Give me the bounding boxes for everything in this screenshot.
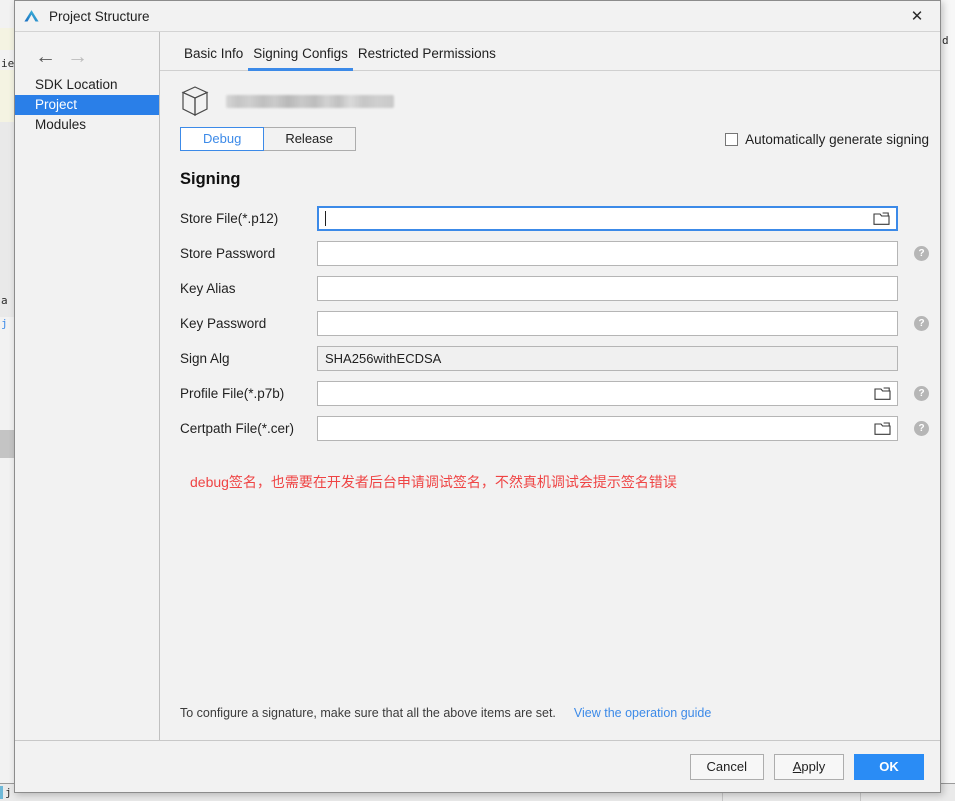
label-store-password: Store Password bbox=[180, 246, 276, 261]
background-text-fragment: j bbox=[1, 317, 8, 330]
signing-warning-text: debug签名，也需要在开发者后台申请调试签名，不然真机调试会提示签名错误 bbox=[190, 474, 677, 490]
footer-hint: To configure a signature, make sure that… bbox=[180, 706, 711, 720]
tab-bar: Basic Info Signing Configs Restricted Pe… bbox=[160, 32, 940, 71]
background-right-strip bbox=[941, 0, 955, 801]
help-slot: ? bbox=[898, 421, 929, 436]
tab-restricted-permissions[interactable]: Restricted Permissions bbox=[353, 44, 501, 70]
key-password-input[interactable] bbox=[317, 311, 898, 336]
arrow-left-icon[interactable]: ← bbox=[35, 46, 56, 67]
module-name-redacted bbox=[226, 94, 394, 108]
folder-browse-icon[interactable] bbox=[874, 421, 891, 436]
background-text-fragment: j bbox=[5, 786, 12, 799]
label-key-password: Key Password bbox=[180, 316, 267, 331]
footer-hint-text: To configure a signature, make sure that… bbox=[180, 706, 556, 720]
auto-generate-signing-label: Automatically generate signing bbox=[745, 131, 929, 147]
apply-button[interactable]: Apply bbox=[774, 753, 844, 780]
checkbox-unchecked-icon[interactable] bbox=[725, 132, 739, 146]
build-variant-row: Debug Release Automatically generate sig… bbox=[160, 117, 940, 151]
help-question-icon[interactable]: ? bbox=[914, 246, 929, 261]
background-highlight-b bbox=[0, 70, 14, 122]
label-key-alias: Key Alias bbox=[180, 281, 236, 296]
help-question-icon[interactable]: ? bbox=[914, 316, 929, 331]
field-row-certpath-file: Certpath File(*.cer) ? bbox=[180, 411, 929, 446]
ok-button[interactable]: OK bbox=[854, 753, 924, 780]
field-row-key-password: Key Password ? bbox=[180, 306, 929, 341]
background-editor-gutter bbox=[0, 122, 14, 317]
certpath-file-input[interactable] bbox=[317, 416, 898, 441]
help-slot: ? bbox=[898, 316, 929, 331]
help-slot: ? bbox=[898, 386, 929, 401]
label-store-file: Store File(*.p12) bbox=[180, 211, 279, 226]
tab-signing-configs[interactable]: Signing Configs bbox=[248, 44, 353, 71]
auto-generate-signing-row[interactable]: Automatically generate signing bbox=[725, 132, 929, 147]
sidebar-item-sdk-location[interactable]: SDK Location bbox=[15, 75, 159, 95]
store-password-input[interactable] bbox=[317, 241, 898, 266]
profile-file-input[interactable] bbox=[317, 381, 898, 406]
folder-browse-icon[interactable] bbox=[874, 386, 891, 401]
variant-debug-button[interactable]: Debug bbox=[180, 127, 265, 151]
sign-alg-input[interactable]: SHA256withECDSA bbox=[317, 346, 898, 371]
operation-guide-link[interactable]: View the operation guide bbox=[574, 706, 711, 720]
variant-release-button[interactable]: Release bbox=[263, 128, 356, 150]
cube-module-icon bbox=[181, 86, 209, 116]
dialog-body: ← → SDK Location Project Modules Basic I… bbox=[15, 32, 940, 740]
background-text-fragment: a bbox=[1, 294, 8, 307]
close-icon[interactable]: ✕ bbox=[894, 1, 940, 31]
background-status-marker bbox=[0, 786, 3, 799]
dialog-content: Basic Info Signing Configs Restricted Pe… bbox=[160, 32, 940, 740]
folder-browse-icon[interactable] bbox=[873, 211, 890, 226]
signing-form: Store File(*.p12) Store Password ? Key A… bbox=[160, 189, 940, 446]
label-profile-file: Profile File(*.p7b) bbox=[180, 386, 285, 401]
field-row-store-file: Store File(*.p12) bbox=[180, 201, 929, 236]
sidebar-nav-arrows: ← → bbox=[15, 42, 159, 75]
sidebar-item-project[interactable]: Project bbox=[15, 95, 159, 115]
help-question-icon[interactable]: ? bbox=[914, 421, 929, 436]
arrow-right-icon[interactable]: → bbox=[67, 46, 88, 67]
field-row-store-password: Store Password ? bbox=[180, 236, 929, 271]
devecostudio-logo-icon bbox=[24, 9, 39, 21]
dialog-button-bar: Cancel Apply OK bbox=[15, 740, 940, 792]
label-sign-alg: Sign Alg bbox=[180, 351, 230, 366]
apply-mnemonic: A bbox=[792, 759, 802, 774]
dialog-title: Project Structure bbox=[49, 8, 150, 24]
field-row-profile-file: Profile File(*.p7b) ? bbox=[180, 376, 929, 411]
field-row-sign-alg: Sign Alg SHA256withECDSA bbox=[180, 341, 929, 376]
background-text-fragment: ie bbox=[1, 57, 15, 70]
cancel-button[interactable]: Cancel bbox=[689, 753, 764, 780]
build-variant-toggle: Debug Release bbox=[180, 127, 357, 151]
background-scrollbar-thumb[interactable] bbox=[0, 430, 14, 458]
background-highlight-a bbox=[0, 28, 14, 50]
store-file-input[interactable] bbox=[317, 206, 898, 231]
apply-label-rest: pply bbox=[801, 759, 826, 774]
tab-basic-info[interactable]: Basic Info bbox=[179, 44, 248, 70]
project-structure-dialog: Project Structure ✕ ← → SDK Location Pro… bbox=[14, 0, 941, 793]
text-caret bbox=[325, 211, 326, 226]
label-certpath-file: Certpath File(*.cer) bbox=[180, 421, 295, 436]
dialog-titlebar: Project Structure ✕ bbox=[15, 1, 940, 32]
dialog-sidebar: ← → SDK Location Project Modules bbox=[15, 32, 160, 740]
field-row-key-alias: Key Alias bbox=[180, 271, 929, 306]
module-header bbox=[160, 71, 940, 117]
signing-section-heading: Signing bbox=[180, 170, 241, 188]
help-slot: ? bbox=[898, 246, 929, 261]
key-alias-input[interactable] bbox=[317, 276, 898, 301]
sidebar-item-modules[interactable]: Modules bbox=[15, 115, 159, 135]
help-question-icon[interactable]: ? bbox=[914, 386, 929, 401]
background-text-fragment: d bbox=[942, 34, 949, 47]
